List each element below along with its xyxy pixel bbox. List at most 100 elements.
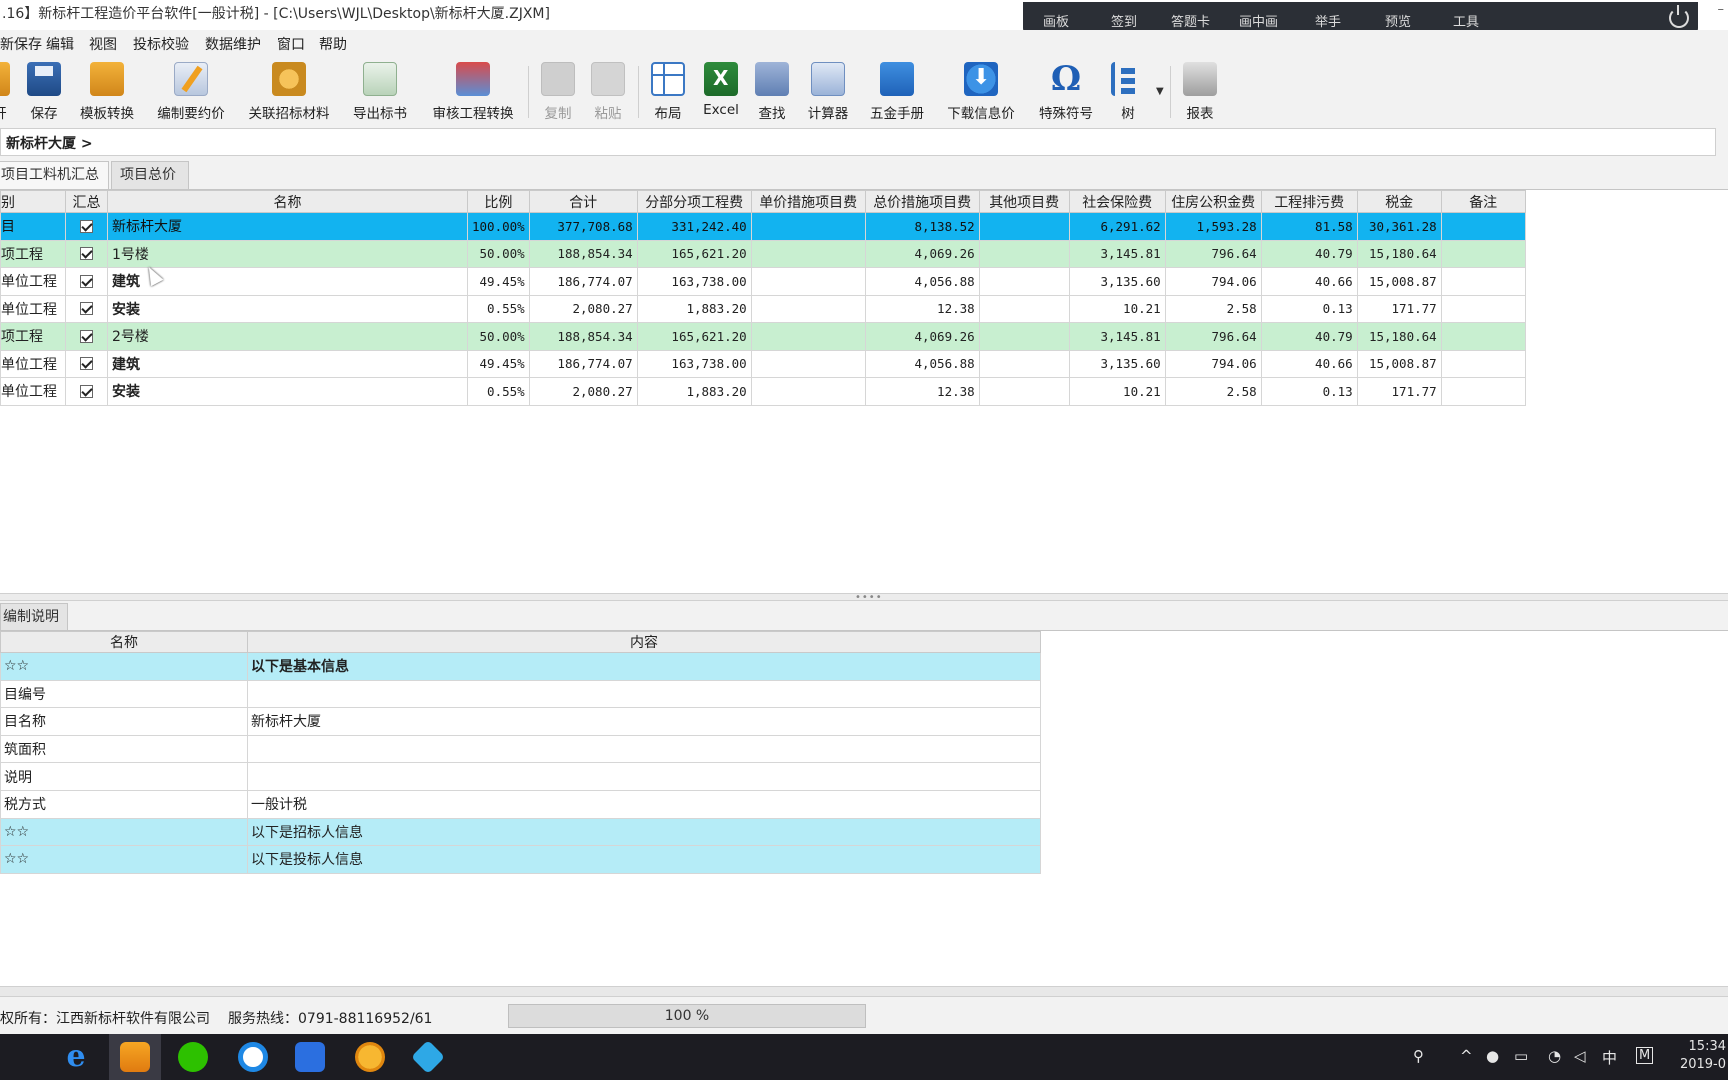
calculator-button[interactable]: 计算器 bbox=[804, 62, 852, 124]
col-other[interactable]: 其他项目费 bbox=[978, 190, 1070, 213]
horizontal-scrollbar[interactable] bbox=[0, 986, 1728, 996]
list-item[interactable]: 筑面积 bbox=[0, 734, 1041, 764]
table-row[interactable]: 项工程 1号楼 50.00% 188,854.34 165,621.20 4,0… bbox=[0, 239, 1526, 268]
chevron-down-icon[interactable]: ▼ bbox=[1156, 86, 1164, 97]
menu-view[interactable]: 视图 bbox=[89, 34, 117, 54]
note-content[interactable] bbox=[247, 734, 1041, 764]
col-type[interactable]: 别 bbox=[0, 190, 66, 213]
open-button[interactable]: 开 bbox=[0, 62, 14, 124]
save-button[interactable]: 保存 bbox=[24, 62, 64, 124]
meeting-signin-button[interactable]: 签到 bbox=[1111, 11, 1137, 30]
note-content[interactable] bbox=[247, 679, 1041, 709]
power-icon[interactable] bbox=[1669, 5, 1689, 28]
menu-data-maintenance[interactable]: 数据维护 bbox=[205, 34, 261, 54]
meeting-board-button[interactable]: 画板 bbox=[1043, 11, 1069, 30]
menu-bid-check[interactable]: 投标校验 bbox=[133, 34, 189, 54]
audit-convert-button[interactable]: 审核工程转换 bbox=[427, 62, 519, 124]
video-player-icon[interactable] bbox=[411, 1040, 445, 1074]
col-name[interactable]: 名称 bbox=[107, 190, 468, 213]
table-row[interactable]: 单位工程 建筑 49.45% 186,774.07 163,738.00 4,0… bbox=[0, 349, 1526, 378]
layout-button[interactable]: 布局 bbox=[648, 62, 688, 124]
ime-mode-indicator[interactable]: M bbox=[1636, 1047, 1654, 1064]
col-note[interactable]: 备注 bbox=[1440, 190, 1526, 213]
tree-button[interactable]: 树 bbox=[1110, 62, 1146, 124]
wifi-icon[interactable]: ◔ bbox=[1548, 1047, 1561, 1065]
reports-button[interactable]: 报表 bbox=[1180, 62, 1220, 124]
browser-q-icon[interactable] bbox=[238, 1042, 268, 1072]
note-content[interactable] bbox=[247, 762, 1041, 791]
list-item[interactable]: ☆☆ 以下是投标人信息 bbox=[0, 845, 1041, 874]
template-convert-button[interactable]: 模板转换 bbox=[76, 62, 138, 124]
paste-button[interactable]: 粘贴 bbox=[590, 62, 626, 124]
summary-checkbox[interactable] bbox=[80, 219, 93, 233]
note-content[interactable]: 新标杆大厦 bbox=[247, 707, 1041, 736]
download-price-button[interactable]: 下载信息价 bbox=[943, 62, 1019, 124]
menu-help[interactable]: 帮助 bbox=[319, 34, 347, 54]
wps-icon[interactable] bbox=[295, 1042, 325, 1072]
summary-checkbox[interactable] bbox=[80, 274, 93, 288]
summary-checkbox[interactable] bbox=[80, 247, 93, 261]
copy-button[interactable]: 复制 bbox=[540, 62, 576, 124]
col-notes-name[interactable]: 名称 bbox=[0, 631, 248, 653]
special-symbols-button[interactable]: Ω 特殊符号 bbox=[1035, 62, 1097, 124]
link-materials-button[interactable]: 关联招标材料 bbox=[243, 62, 335, 124]
volume-icon[interactable]: ◁ bbox=[1574, 1047, 1586, 1065]
summary-checkbox[interactable] bbox=[80, 384, 93, 398]
col-social[interactable]: 社会保险费 bbox=[1068, 190, 1166, 213]
table-row[interactable]: 单位工程 建筑 49.45% 186,774.07 163,738.00 4,0… bbox=[0, 267, 1526, 296]
menu-save[interactable]: 新保存 bbox=[0, 34, 42, 54]
find-button[interactable]: 查找 bbox=[752, 62, 792, 124]
edit-notes-button[interactable]: 编制要约价 bbox=[152, 62, 230, 124]
list-item[interactable]: 目编号 bbox=[0, 679, 1041, 709]
clock[interactable]: 15:34 2019-0 bbox=[1680, 1038, 1726, 1074]
summary-checkbox[interactable] bbox=[80, 329, 93, 343]
ime-indicator[interactable]: 中 bbox=[1602, 1047, 1617, 1068]
col-notes-content[interactable]: 内容 bbox=[247, 631, 1041, 653]
list-item[interactable]: 税方式 一般计税 bbox=[0, 789, 1041, 819]
meeting-answer-card-button[interactable]: 答题卡 bbox=[1171, 11, 1210, 30]
table-row[interactable]: 单位工程 安装 0.55% 2,080.27 1,883.20 12.38 10… bbox=[0, 294, 1526, 323]
table-row[interactable]: 目 新标杆大厦 100.00% 377,708.68 331,242.40 8,… bbox=[0, 212, 1526, 241]
col-total[interactable]: 合计 bbox=[528, 190, 638, 213]
note-content[interactable]: 一般计税 bbox=[247, 789, 1041, 819]
summary-checkbox[interactable] bbox=[80, 357, 93, 371]
minimize-button[interactable]: – bbox=[1718, 2, 1725, 17]
chevron-up-icon[interactable]: ^ bbox=[1460, 1047, 1473, 1065]
col-djcs[interactable]: 单价措施项目费 bbox=[750, 190, 866, 213]
tab-compilation-notes[interactable]: 编制说明 bbox=[0, 603, 68, 630]
meeting-pip-button[interactable]: 画中画 bbox=[1239, 11, 1278, 30]
meeting-raise-hand-button[interactable]: 举手 bbox=[1315, 11, 1341, 30]
list-item[interactable]: ☆☆ 以下是基本信息 bbox=[0, 652, 1041, 681]
tab-project-total[interactable]: 项目总价 bbox=[111, 161, 189, 189]
export-bid-button[interactable]: 导出标书 bbox=[349, 62, 411, 124]
cost-software-2-icon[interactable] bbox=[355, 1042, 385, 1072]
col-tax[interactable]: 税金 bbox=[1356, 190, 1442, 213]
excel-button[interactable]: Excel bbox=[700, 62, 742, 124]
col-ratio[interactable]: 比例 bbox=[467, 190, 530, 213]
qq-icon[interactable]: ● bbox=[1486, 1047, 1499, 1065]
hardware-manual-button[interactable]: 五金手册 bbox=[866, 62, 928, 124]
cost-software-icon[interactable] bbox=[120, 1042, 150, 1072]
menu-edit[interactable]: 编辑 bbox=[46, 34, 74, 54]
edge-browser-icon[interactable]: e bbox=[61, 1042, 91, 1072]
people-icon[interactable]: ⚲ bbox=[1413, 1047, 1424, 1065]
table-row[interactable]: 项工程 2号楼 50.00% 188,854.34 165,621.20 4,0… bbox=[0, 322, 1526, 351]
panel-splitter[interactable]: •••• bbox=[0, 592, 1728, 603]
tab-labor-materials-summary[interactable]: 项目工料机汇总 bbox=[0, 161, 109, 189]
col-zjcs[interactable]: 总价措施项目费 bbox=[864, 190, 980, 213]
menu-window[interactable]: 窗口 bbox=[277, 34, 305, 54]
wechat-icon[interactable] bbox=[178, 1042, 208, 1072]
table-row[interactable]: 单位工程 安装 0.55% 2,080.27 1,883.20 12.38 10… bbox=[0, 377, 1526, 406]
col-sewage[interactable]: 工程排污费 bbox=[1260, 190, 1358, 213]
breadcrumb-project[interactable]: 新标杆大厦 > bbox=[6, 133, 93, 153]
meeting-tools-button[interactable]: 工具 bbox=[1453, 11, 1479, 30]
col-fbfx[interactable]: 分部分项工程费 bbox=[636, 190, 752, 213]
list-item[interactable]: 说明 bbox=[0, 762, 1041, 791]
list-item[interactable]: ☆☆ 以下是招标人信息 bbox=[0, 817, 1041, 847]
col-housing[interactable]: 住房公积金费 bbox=[1164, 190, 1262, 213]
battery-icon[interactable]: ▭ bbox=[1514, 1047, 1528, 1065]
col-summary[interactable]: 汇总 bbox=[65, 190, 108, 213]
list-item[interactable]: 目名称 新标杆大厦 bbox=[0, 707, 1041, 736]
summary-checkbox[interactable] bbox=[80, 302, 93, 316]
meeting-preview-button[interactable]: 预览 bbox=[1385, 11, 1411, 30]
